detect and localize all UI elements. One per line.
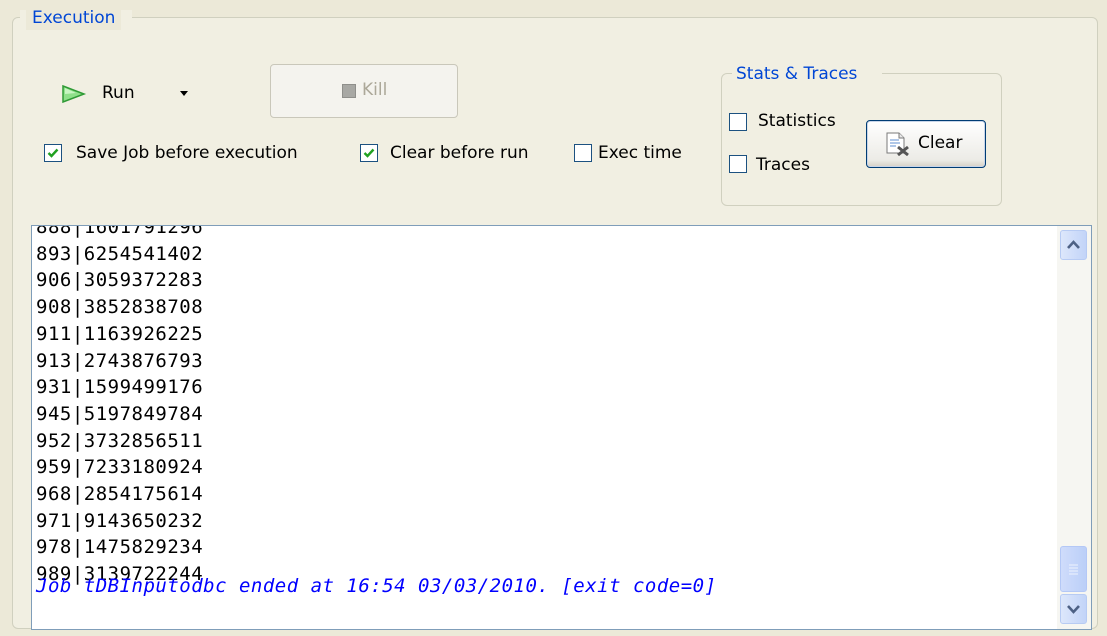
console-line: 945|5197849784 [36, 402, 204, 425]
clear-console-icon [884, 132, 910, 161]
statistics-label[interactable]: Statistics [758, 109, 836, 133]
clear-button-label: Clear [918, 133, 963, 153]
thumb-grip [1069, 564, 1078, 575]
stop-icon [342, 84, 356, 98]
console-line: 911|1163926225 [36, 322, 204, 345]
console-line: 978|1475829234 [36, 536, 204, 559]
console-line: 888|1601791296 [36, 225, 204, 238]
console-line: 893|6254541402 [36, 242, 204, 265]
statistics-checkbox[interactable] [729, 113, 747, 131]
chevron-down-icon [1067, 605, 1080, 614]
console-line: 906|3059372283 [36, 269, 204, 292]
console-line: 913|2743876793 [36, 349, 204, 372]
scroll-up-button[interactable] [1060, 230, 1087, 260]
console-line: 968|2854175614 [36, 483, 204, 506]
console-line: 908|3852838708 [36, 296, 204, 319]
execution-title: Execution [26, 6, 122, 30]
clear-before-run-label[interactable]: Clear before run [390, 141, 529, 165]
console-line: 959|7233180924 [36, 456, 204, 479]
chevron-up-icon [1067, 240, 1080, 249]
console-status-line: Job tDBInputodbc ended at 16:54 03/03/20… [36, 575, 717, 597]
check-icon [363, 148, 375, 158]
save-job-label[interactable]: Save Job before execution [76, 141, 298, 165]
traces-checkbox[interactable] [729, 155, 747, 173]
traces-label[interactable]: Traces [756, 153, 810, 177]
scroll-down-button[interactable] [1060, 594, 1087, 624]
console-line: 952|3732856511 [36, 429, 204, 452]
stats-traces-title: Stats & Traces [736, 64, 858, 84]
play-icon[interactable] [62, 84, 88, 108]
console-scrollbar[interactable] [1057, 226, 1091, 629]
console-line: 971|9143650232 [36, 509, 204, 532]
exec-time-checkbox[interactable] [574, 144, 592, 162]
check-icon [47, 148, 59, 158]
run-button[interactable]: Run [102, 80, 135, 106]
caret-down-icon [180, 91, 188, 96]
clear-before-run-checkbox[interactable] [360, 144, 378, 162]
console-line: 931|1599499176 [36, 376, 204, 399]
kill-label: Kill [362, 80, 388, 100]
save-job-checkbox[interactable] [44, 144, 62, 162]
scroll-thumb[interactable] [1060, 546, 1087, 592]
console-output[interactable]: 888|1601791296 893|6254541402 906|30593722… [31, 225, 1092, 630]
console-lines: 888|1601791296 893|6254541402 906|30593722… [36, 225, 204, 588]
exec-time-label[interactable]: Exec time [598, 141, 682, 165]
